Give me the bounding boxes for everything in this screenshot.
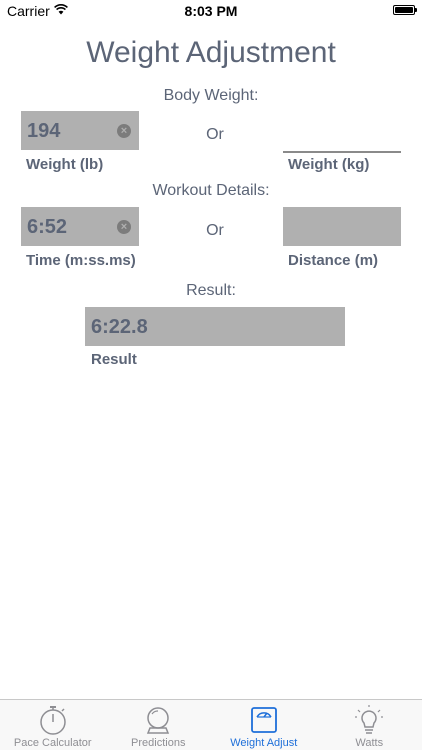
tab-predictions-label: Predictions bbox=[131, 737, 186, 749]
stopwatch-icon bbox=[40, 706, 66, 735]
tab-pace-calculator-label: Pace Calculator bbox=[13, 737, 92, 749]
time-label: Time (m:ss.ms) bbox=[26, 252, 136, 269]
result-label: Result bbox=[91, 351, 137, 368]
tab-weight-adjust-label: Weight Adjust bbox=[230, 737, 298, 749]
clear-time-icon[interactable]: × bbox=[117, 220, 131, 234]
lightbulb-icon bbox=[355, 705, 384, 734]
result-section-label: Result: bbox=[186, 282, 236, 299]
tab-watts[interactable]: Watts bbox=[317, 700, 422, 750]
weight-kg-input[interactable] bbox=[283, 114, 401, 153]
time-value: 6:52 bbox=[27, 216, 68, 238]
clear-weight-lb-icon[interactable]: × bbox=[117, 124, 131, 138]
weight-lb-input[interactable]: 194 × bbox=[21, 111, 139, 150]
result-value: 6:22.8 bbox=[91, 316, 148, 338]
workout-section-label: Workout Details: bbox=[152, 182, 270, 199]
clock: 8:03 PM bbox=[184, 3, 238, 19]
time-input[interactable]: 6:52 × bbox=[21, 207, 139, 246]
weight-lb-label: Weight (lb) bbox=[26, 156, 104, 173]
status-bar: Carrier 8:03 PM bbox=[0, 0, 422, 22]
workout-or-label: Or bbox=[206, 222, 224, 239]
tab-weight-adjust[interactable]: Weight Adjust bbox=[211, 700, 317, 750]
weight-kg-label: Weight (kg) bbox=[288, 156, 370, 173]
weight-or-label: Or bbox=[206, 126, 224, 143]
weight-lb-value: 194 bbox=[27, 120, 61, 142]
result-field: 6:22.8 bbox=[85, 307, 345, 346]
tab-watts-label: Watts bbox=[355, 737, 384, 749]
tab-bar: Pace Calculator Predictions Weight Adjus… bbox=[0, 699, 422, 750]
body-weight-section-label: Body Weight: bbox=[163, 87, 259, 104]
tab-pace-calculator[interactable]: Pace Calculator bbox=[0, 700, 106, 750]
distance-input[interactable] bbox=[283, 207, 401, 246]
battery-icon bbox=[393, 5, 417, 15]
scale-icon bbox=[250, 707, 277, 733]
tab-predictions[interactable]: Predictions bbox=[106, 700, 212, 750]
page-title: Weight Adjustment bbox=[86, 36, 336, 69]
crystal-ball-icon bbox=[147, 707, 170, 734]
distance-label: Distance (m) bbox=[288, 252, 379, 269]
